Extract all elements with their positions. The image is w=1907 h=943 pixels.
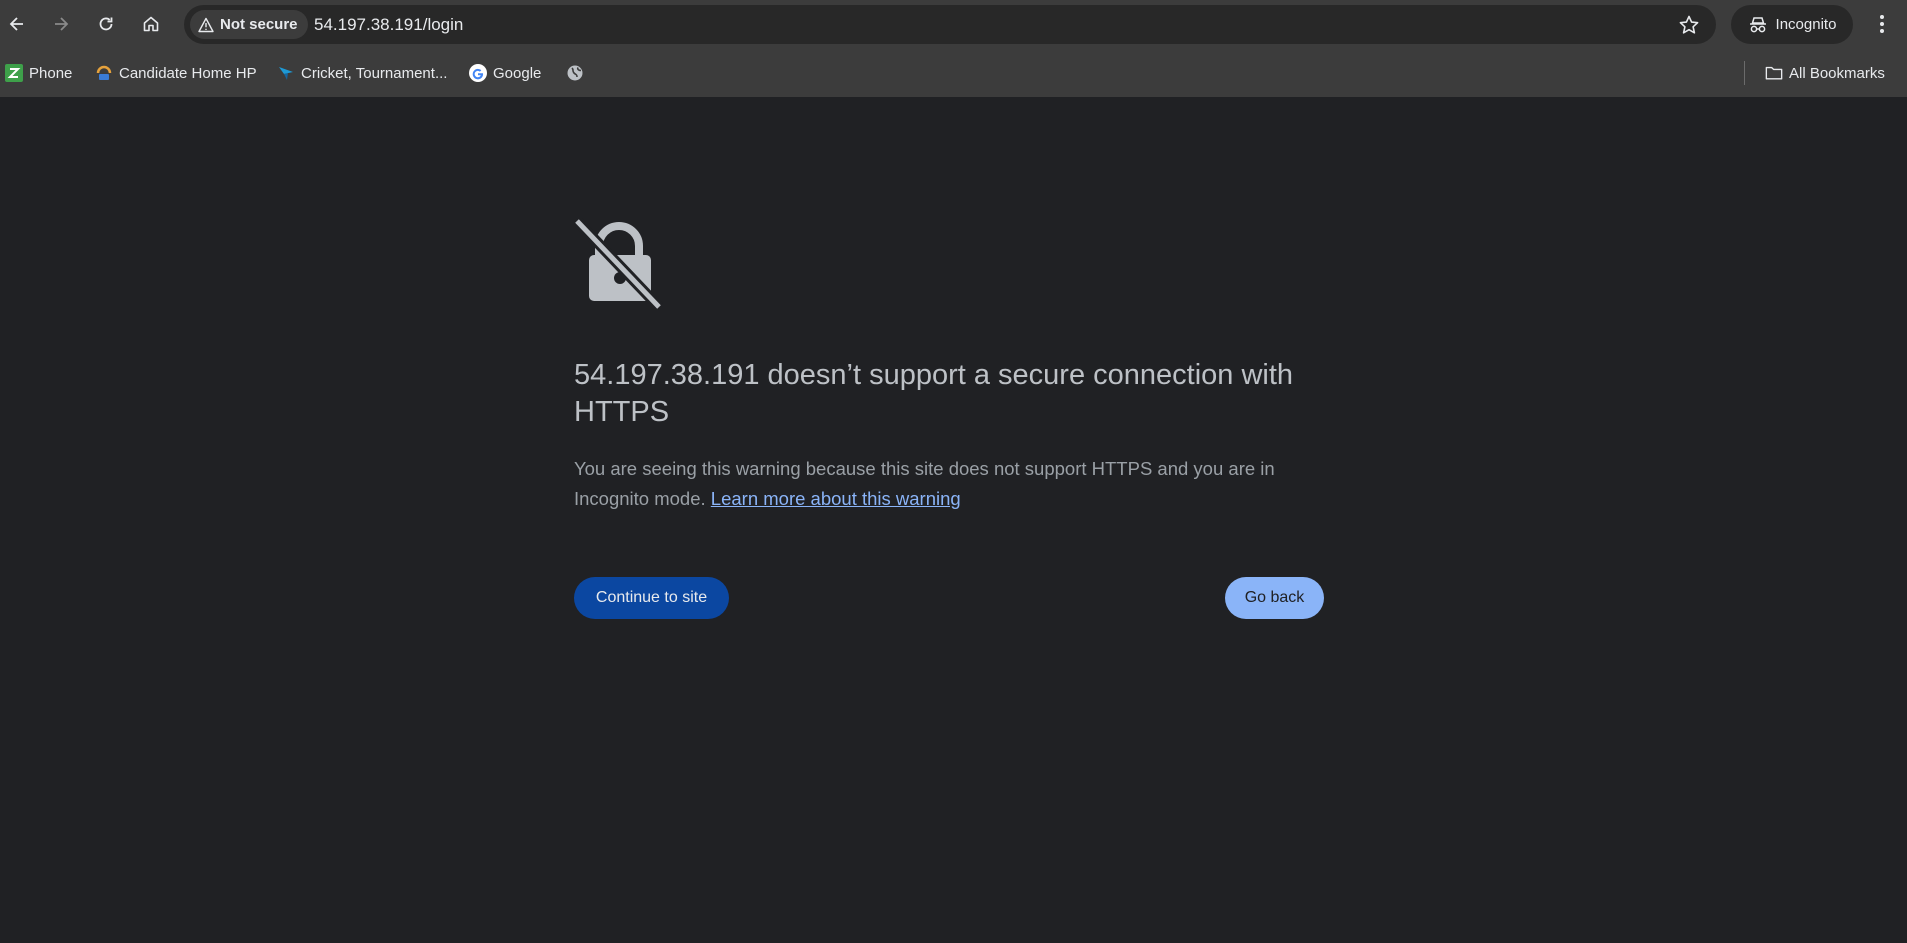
bookmark-globe[interactable] xyxy=(566,61,584,85)
more-vert-icon xyxy=(1880,15,1884,33)
phone-app-icon xyxy=(5,64,23,82)
incognito-icon xyxy=(1749,16,1766,32)
all-bookmarks-button[interactable]: All Bookmarks xyxy=(1765,61,1885,85)
browser-toolbar: Not secure 54.197.38.191/login Incognito xyxy=(0,0,1907,49)
warning-description: You are seeing this warning because this… xyxy=(574,454,1334,514)
security-chip[interactable]: Not secure xyxy=(190,10,308,39)
learn-more-link[interactable]: Learn more about this warning xyxy=(711,488,961,509)
bookmark-phone[interactable]: Phone xyxy=(5,61,72,85)
folder-icon xyxy=(1765,64,1783,82)
home-button[interactable] xyxy=(135,8,167,40)
google-icon xyxy=(469,64,487,82)
cricket-logo-icon xyxy=(277,64,295,82)
continue-to-site-button[interactable]: Continue to site xyxy=(574,577,729,619)
page-title: 54.197.38.191 doesn’t support a secure c… xyxy=(574,359,1294,428)
home-icon xyxy=(143,16,159,32)
broken-lock-icon xyxy=(574,218,663,310)
bookmarks-bar: Phone Candidate Home HP Cricket, Tournam… xyxy=(0,49,1907,97)
bookmarks-separator xyxy=(1744,61,1745,85)
interstitial-page: 54.197.38.191 doesn’t support a secure c… xyxy=(0,97,1907,943)
candidate-logo-icon xyxy=(95,64,113,82)
arrow-right-icon xyxy=(55,17,69,31)
bookmark-candidate-home[interactable]: Candidate Home HP xyxy=(95,61,257,85)
back-button[interactable] xyxy=(1,8,33,40)
security-label: Not secure xyxy=(220,16,298,33)
warning-triangle-icon xyxy=(198,17,214,32)
forward-button[interactable] xyxy=(45,8,77,40)
reload-button[interactable] xyxy=(90,8,122,40)
bookmark-cricket[interactable]: Cricket, Tournament... xyxy=(277,61,447,85)
globe-icon xyxy=(566,64,584,82)
incognito-label: Incognito xyxy=(1775,16,1837,33)
url-text[interactable]: 54.197.38.191/login xyxy=(314,5,463,44)
address-bar[interactable]: Not secure 54.197.38.191/login xyxy=(184,5,1716,44)
reload-icon xyxy=(99,17,113,31)
arrow-left-icon xyxy=(9,17,23,31)
go-back-button[interactable]: Go back xyxy=(1225,577,1324,619)
bookmark-google[interactable]: Google xyxy=(469,61,541,85)
incognito-chip[interactable]: Incognito xyxy=(1731,5,1853,44)
bookmark-star-icon[interactable] xyxy=(1678,14,1700,36)
browser-menu-button[interactable] xyxy=(1870,10,1894,38)
